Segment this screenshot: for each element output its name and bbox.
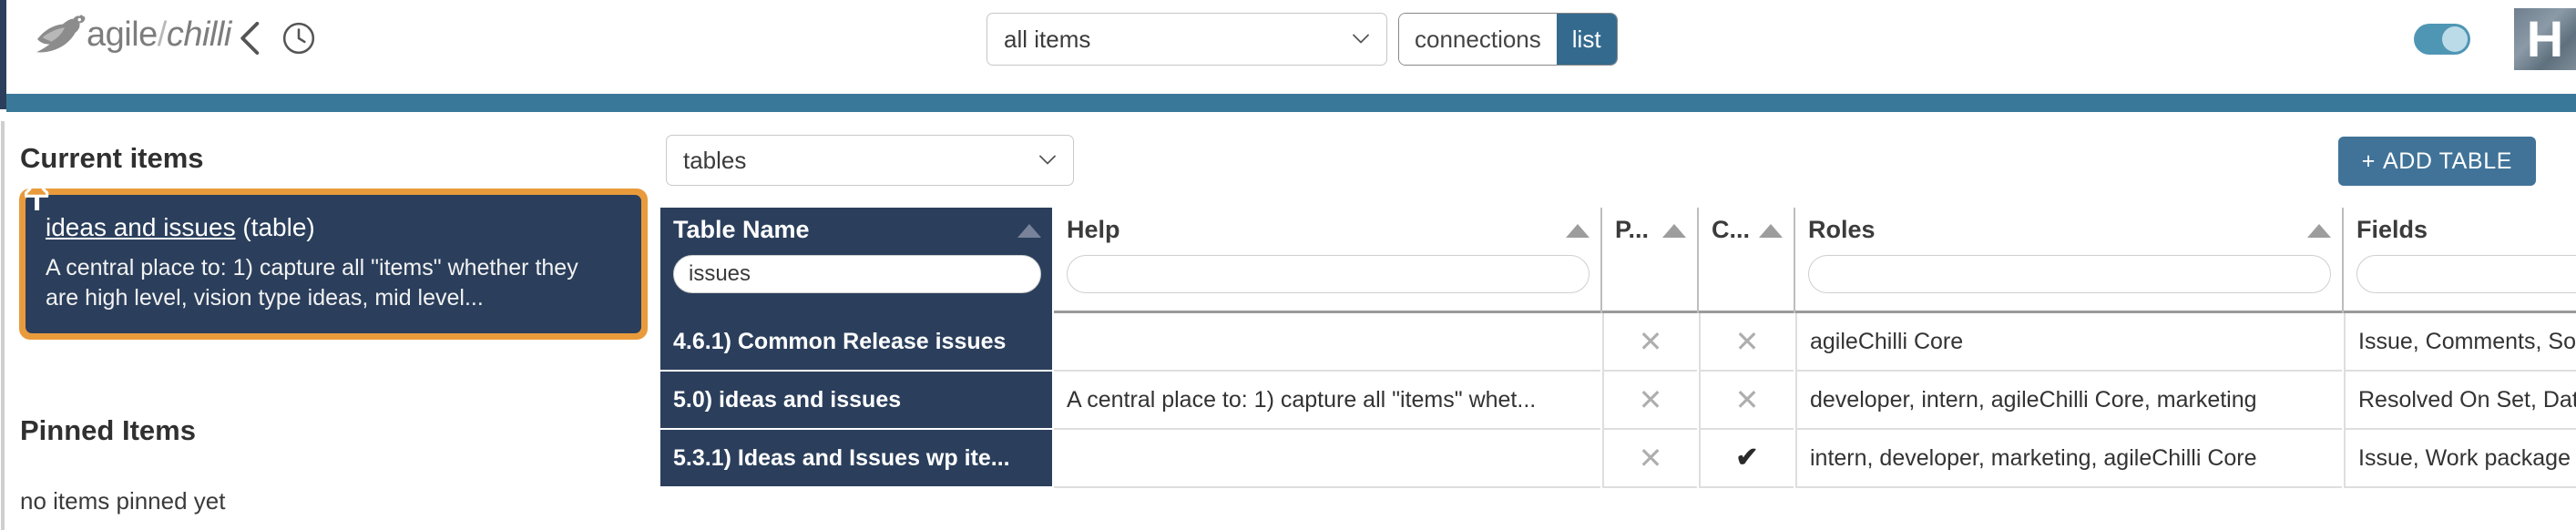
table-row[interactable]: 5.3.1) Ideas and Issues wp ite... ✕ ✔ in… [660, 430, 2576, 488]
current-item-card[interactable]: ideas and issues (table) A central place… [19, 172, 648, 340]
column-label: Help [1067, 216, 1120, 243]
page-body: Current items ideas and issues (table) A… [6, 112, 2576, 530]
cross-icon: ✕ [1638, 442, 1663, 474]
cell-table-name[interactable]: 4.6.1) Common Release issues [660, 313, 1052, 372]
column-header-c[interactable]: C... [1699, 208, 1794, 313]
pushpin-icon[interactable] [18, 170, 55, 210]
scope-select[interactable]: all items [986, 13, 1387, 66]
scope-select-value: all items [1004, 25, 1091, 53]
bird-logo-icon [36, 15, 86, 53]
cell-p: ✕ [1602, 430, 1697, 488]
pinned-items-empty-message: no items pinned yet [20, 487, 226, 515]
filter-input-help[interactable] [1067, 254, 1590, 293]
app-header: agile/chilli all items connections list … [6, 0, 2576, 94]
cell-p: ✕ [1602, 372, 1697, 430]
avatar-initial: H [2526, 10, 2564, 67]
toggle-knob [2442, 26, 2468, 52]
column-label: Table Name [673, 216, 810, 243]
brand-logo[interactable]: agile/chilli [34, 11, 231, 58]
cell-roles: developer, intern, agileChilli Core, mar… [1795, 372, 2342, 430]
cell-roles: agileChilli Core [1795, 313, 2342, 372]
column-header-table-name[interactable]: Table Name [660, 208, 1052, 313]
grid-header-row: Table Name Help P... C... [660, 208, 2576, 313]
current-item-type: (table) [242, 213, 315, 241]
table-row[interactable]: 4.6.1) Common Release issues ✕ ✕ agileCh… [660, 313, 2576, 372]
header-divider [6, 94, 2576, 112]
cell-table-name[interactable]: 5.0) ideas and issues [660, 372, 1052, 430]
current-item-card-inner: ideas and issues (table) A central place… [25, 172, 641, 333]
cell-c: ✕ [1699, 313, 1794, 372]
column-label: Fields [2356, 216, 2428, 243]
cell-help [1054, 313, 1600, 372]
chevron-down-icon [1353, 34, 1369, 44]
sort-ascending-icon[interactable] [1662, 224, 1686, 238]
cell-help: A central place to: 1) capture all "item… [1054, 372, 1600, 430]
cross-icon: ✕ [1638, 383, 1663, 416]
user-avatar[interactable]: H [2514, 8, 2576, 70]
filter-input-fields[interactable] [2356, 254, 2576, 293]
filter-input-table-name[interactable] [673, 254, 1041, 293]
cell-fields: Resolved On Set, Date [2344, 372, 2576, 430]
cell-c: ✔ [1699, 430, 1794, 488]
cross-icon: ✕ [1734, 383, 1760, 416]
main-panel: tables + ADD TABLE Table Name Help [644, 112, 2576, 530]
brand-first: agile [87, 15, 158, 54]
sidebar: Current items ideas and issues (table) A… [6, 112, 648, 530]
current-item-title: ideas and issues (table) [46, 215, 623, 240]
sort-ascending-icon[interactable] [1759, 224, 1783, 238]
cross-icon: ✕ [1734, 325, 1760, 358]
column-header-help[interactable]: Help [1054, 208, 1600, 313]
pinned-items-heading: Pinned Items [20, 414, 196, 446]
header-controls: all items connections list [986, 13, 1618, 66]
column-header-p[interactable]: P... [1602, 208, 1697, 313]
column-header-roles[interactable]: Roles [1795, 208, 2342, 313]
column-label: Roles [1808, 216, 1876, 243]
column-header-fields[interactable]: Fields [2344, 208, 2576, 313]
theme-toggle-switch[interactable] [2414, 24, 2470, 55]
brand-second: chilli [166, 15, 231, 54]
add-table-button[interactable]: + ADD TABLE [2337, 137, 2536, 186]
view-toggle-connections[interactable]: connections [1399, 14, 1557, 65]
cell-roles: intern, developer, marketing, agileChill… [1795, 430, 2342, 488]
brand-wordmark: agile/chilli [87, 15, 231, 55]
check-icon: ✔ [1735, 443, 1759, 473]
current-item-link[interactable]: ideas and issues [46, 213, 236, 241]
add-table-label: ADD TABLE [2382, 148, 2512, 174]
sort-ascending-icon[interactable] [1017, 224, 1041, 238]
view-toggle-group: connections list [1398, 13, 1618, 66]
left-rail-accent [0, 0, 6, 109]
clock-icon[interactable] [281, 21, 316, 56]
cell-table-name[interactable]: 5.3.1) Ideas and Issues wp ite... [660, 430, 1052, 488]
cell-help [1054, 430, 1600, 488]
current-item-description: A central place to: 1) capture all "item… [46, 255, 578, 311]
filter-input-roles[interactable] [1808, 254, 2331, 293]
cell-c: ✕ [1699, 372, 1794, 430]
view-toggle-list[interactable]: list [1556, 14, 1617, 65]
cell-p: ✕ [1602, 313, 1697, 372]
cell-fields: Issue, Comments, Solu [2344, 313, 2576, 372]
entity-select[interactable]: tables [666, 135, 1074, 186]
cross-icon: ✕ [1638, 325, 1663, 358]
chevron-down-icon [1039, 155, 1056, 165]
brand-slash: / [157, 15, 168, 54]
table-row[interactable]: 5.0) ideas and issues A central place to… [660, 372, 2576, 430]
sort-ascending-icon[interactable] [1566, 224, 1590, 238]
sort-ascending-icon[interactable] [2307, 224, 2331, 238]
left-rail-divider [1, 121, 5, 530]
chevron-left-icon[interactable] [234, 18, 267, 58]
plus-icon: + [2361, 148, 2376, 174]
tables-grid: Table Name Help P... C... [660, 208, 2576, 488]
entity-select-value: tables [683, 146, 747, 174]
cell-fields: Issue, Work package [2344, 430, 2576, 488]
